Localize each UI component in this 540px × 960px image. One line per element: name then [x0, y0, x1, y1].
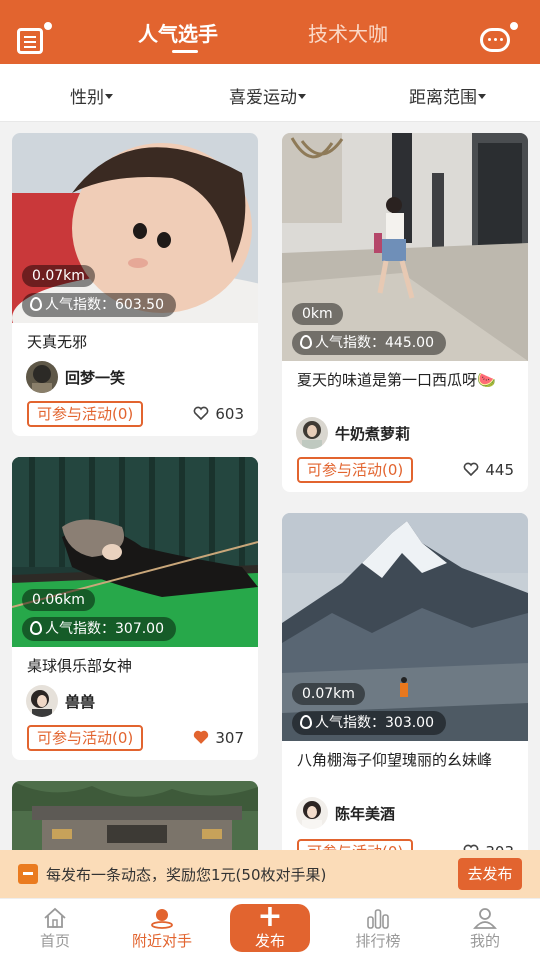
flame-icon — [300, 335, 312, 349]
flame-icon — [30, 297, 42, 311]
avatar[interactable] — [296, 417, 328, 449]
username[interactable]: 回梦一笑 — [65, 367, 125, 388]
promo-banner: 每发布一条动态，奖励您1元(50枚对手果) 去发布 — [0, 850, 540, 898]
post-card[interactable]: 0.07km 人气指数：603.50 天真无邪 回梦一笑 可参与活动(0) 60… — [12, 133, 258, 436]
home-icon — [44, 907, 66, 928]
nav-profile[interactable]: 我的 — [445, 899, 525, 960]
tab-tech-experts[interactable]: 技术大咖 — [308, 18, 388, 47]
distance-badge: 0.06km — [22, 589, 95, 611]
caret-down-icon — [478, 93, 486, 99]
heart-icon — [464, 462, 479, 476]
like-counter[interactable]: 307 — [193, 729, 244, 747]
popularity-badge: 人气指数：445.00 — [292, 331, 446, 355]
like-counter[interactable]: 603 — [193, 405, 244, 423]
post-photo — [282, 513, 528, 741]
nav-ranking[interactable]: 排行榜 — [338, 899, 418, 960]
promo-text: 每发布一条动态，奖励您1元(50枚对手果) — [46, 866, 327, 884]
avatar[interactable] — [296, 797, 328, 829]
join-activity-button[interactable]: 可参与活动(0) — [27, 725, 144, 751]
filter-gender[interactable]: 性别 — [70, 83, 113, 108]
avatar[interactable] — [26, 685, 58, 717]
popularity-badge: 人气指数：603.50 — [22, 293, 176, 317]
heart-filled-icon — [194, 730, 209, 744]
distance-badge: 0.07km — [292, 683, 365, 705]
post-title: 夏天的味道是第一口西瓜呀🍉 — [297, 371, 496, 389]
chat-icon[interactable] — [478, 20, 520, 56]
like-counter[interactable]: 445 — [463, 461, 514, 479]
distance-badge: 0km — [292, 303, 343, 325]
post-title: 桌球俱乐部女神 — [27, 657, 133, 675]
user-icon — [473, 908, 497, 929]
post-card[interactable]: 0km 人气指数：445.00 夏天的味道是第一口西瓜呀🍉 牛奶煮萝莉 可参与活… — [282, 133, 528, 492]
post-card[interactable] — [12, 781, 258, 861]
post-card[interactable]: 0.06km 人气指数：307.00 桌球俱乐部女神 兽兽 可参与活动(0) 3… — [12, 457, 258, 760]
heart-icon — [194, 406, 209, 420]
gift-icon — [18, 864, 38, 884]
popularity-badge: 人气指数：303.00 — [292, 711, 446, 735]
post-card[interactable]: 0.07km 人气指数：303.00 八角棚海子仰望瑰丽的幺妹峰 陈年美酒 可参… — [282, 513, 528, 858]
top-header: 人气选手 技术大咖 — [0, 0, 540, 64]
plus-icon: + — [257, 899, 283, 934]
nav-nearby[interactable]: 附近对手 — [122, 899, 202, 960]
publish-button[interactable]: + 发布 — [230, 899, 310, 952]
ranking-icon — [367, 909, 389, 929]
tab-popular-players[interactable]: 人气选手 — [138, 18, 218, 47]
popularity-badge: 人气指数：307.00 — [22, 617, 176, 641]
filter-sport[interactable]: 喜爱运动 — [229, 83, 306, 108]
nearby-icon — [151, 909, 173, 929]
username[interactable]: 牛奶煮萝莉 — [335, 423, 410, 444]
post-photo — [282, 133, 528, 361]
document-icon[interactable] — [14, 20, 54, 56]
username[interactable]: 兽兽 — [65, 691, 95, 712]
distance-badge: 0.07km — [22, 265, 95, 287]
avatar[interactable] — [26, 361, 58, 393]
post-title: 八角棚海子仰望瑰丽的幺妹峰 — [297, 751, 493, 769]
filter-bar: 性别 喜爱运动 距离范围 — [0, 64, 540, 122]
go-publish-button[interactable]: 去发布 — [458, 858, 522, 890]
caret-down-icon — [298, 93, 306, 99]
notification-dot — [42, 20, 54, 32]
caret-down-icon — [105, 93, 113, 99]
join-activity-button[interactable]: 可参与活动(0) — [27, 401, 144, 427]
post-photo — [12, 781, 258, 861]
username[interactable]: 陈年美酒 — [335, 803, 395, 824]
nav-home[interactable]: 首页 — [15, 899, 95, 960]
join-activity-button[interactable]: 可参与活动(0) — [297, 457, 414, 483]
flame-icon — [300, 715, 312, 729]
post-title: 天真无邪 — [27, 333, 88, 351]
active-tab-indicator — [172, 50, 198, 53]
notification-dot — [508, 20, 520, 32]
filter-distance[interactable]: 距离范围 — [409, 83, 486, 108]
flame-icon — [30, 621, 42, 635]
